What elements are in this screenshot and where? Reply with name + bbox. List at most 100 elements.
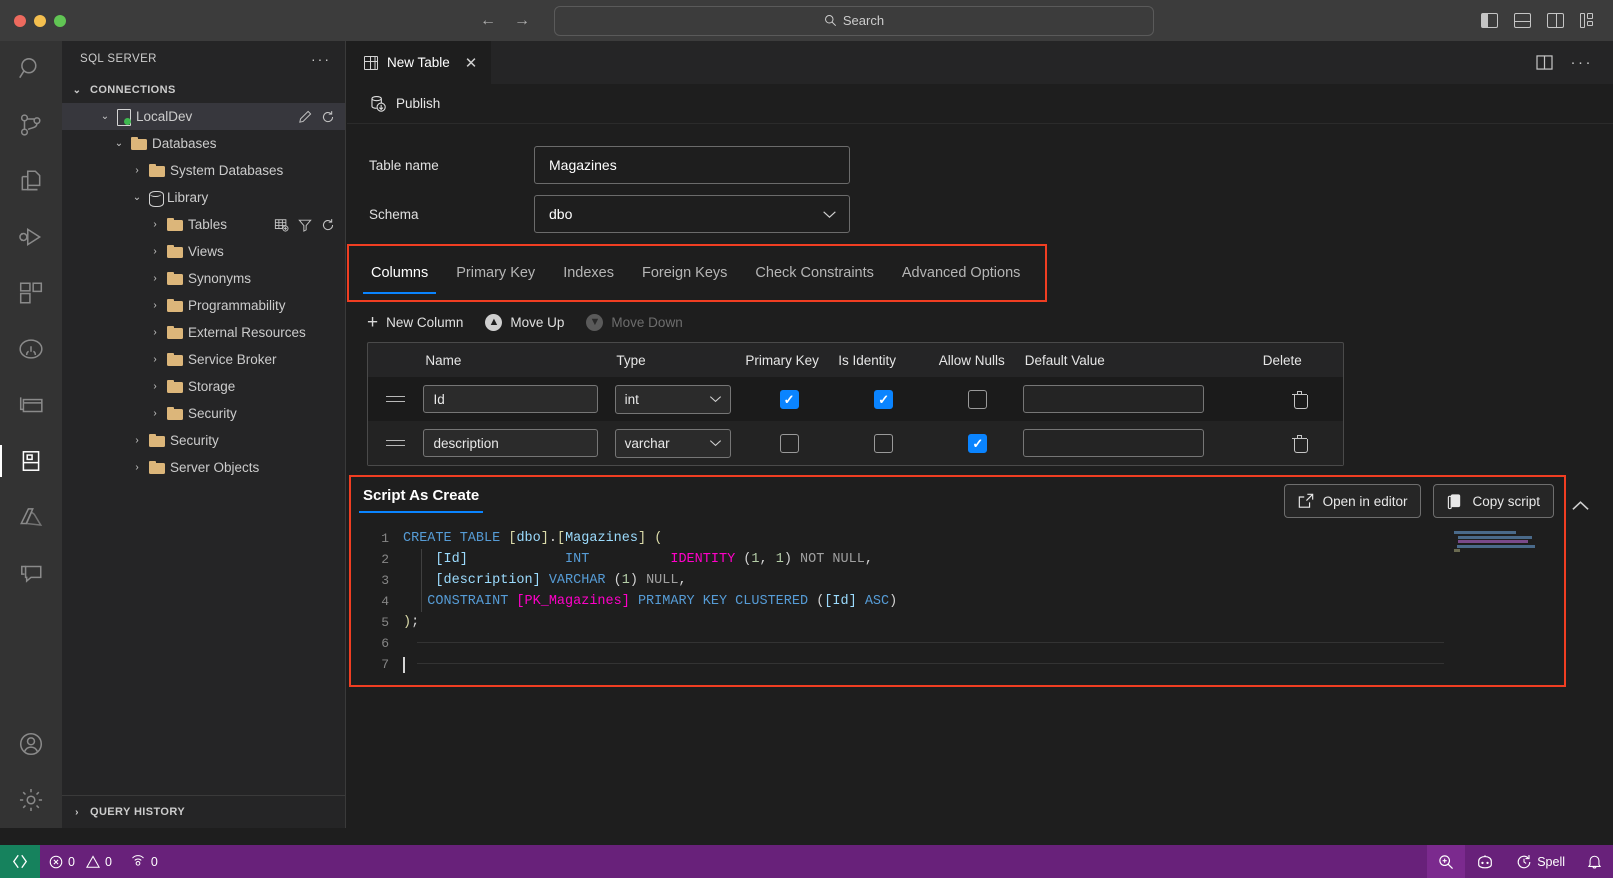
table-row[interactable]: description varchar xyxy=(368,421,1343,465)
edit-pencil-icon[interactable] xyxy=(298,110,312,124)
tab-new-table[interactable]: New Table ✕ xyxy=(347,41,492,84)
editor-tab-actions[interactable]: ··· xyxy=(1535,41,1613,84)
toggle-primary-sidebar-icon[interactable] xyxy=(1481,13,1498,28)
move-up-button[interactable]: ▲ Move Up xyxy=(485,313,586,331)
chevron-right-icon[interactable]: › xyxy=(148,246,162,257)
table-name-input[interactable]: Magazines xyxy=(534,146,850,184)
chevron-right-icon[interactable]: › xyxy=(148,219,162,230)
script-code-editor[interactable]: 1 CREATE TABLE [dbo].[Magazines] ( 2 [Id… xyxy=(351,525,1564,685)
layout-controls[interactable] xyxy=(1481,13,1613,28)
notifications-button[interactable] xyxy=(1576,845,1613,878)
copy-script-button[interactable]: Copy script xyxy=(1433,484,1554,518)
problems-button[interactable]: 0 0 xyxy=(40,845,121,878)
default-value-input[interactable] xyxy=(1022,429,1204,457)
chevron-right-icon[interactable]: › xyxy=(148,408,162,419)
code-minimap[interactable] xyxy=(1454,531,1550,681)
chevron-down-icon[interactable]: ⌄ xyxy=(112,138,126,149)
trash-icon[interactable] xyxy=(1292,434,1308,453)
trash-icon[interactable] xyxy=(1292,390,1308,409)
refresh-icon[interactable] xyxy=(321,218,335,232)
activity-search-icon[interactable] xyxy=(0,41,62,97)
minimize-window-button[interactable] xyxy=(34,14,46,27)
refresh-icon[interactable] xyxy=(321,110,335,124)
activity-explorer-icon[interactable] xyxy=(0,153,62,209)
chevron-right-icon[interactable]: › xyxy=(148,300,162,311)
tab-advanced-options[interactable]: Advanced Options xyxy=(888,246,1035,300)
row-drag-handle[interactable] xyxy=(368,395,423,404)
tree-item-actions[interactable] xyxy=(274,218,335,232)
tab-columns[interactable]: Columns xyxy=(357,246,442,300)
activity-azure-icon[interactable] xyxy=(0,489,62,545)
allow-nulls-checkbox[interactable] xyxy=(968,389,988,409)
chevron-right-icon[interactable]: › xyxy=(130,165,144,176)
spell-button[interactable]: Spell xyxy=(1505,845,1576,878)
close-window-button[interactable] xyxy=(14,14,26,27)
remote-connection-button[interactable] xyxy=(0,845,40,878)
new-table-icon[interactable] xyxy=(274,218,289,232)
activity-extensions-icon[interactable] xyxy=(0,265,62,321)
chevron-right-icon[interactable]: › xyxy=(148,354,162,365)
back-arrow-icon[interactable]: ← xyxy=(480,12,496,30)
new-column-button[interactable]: + New Column xyxy=(367,313,485,332)
global-search-input[interactable]: Search xyxy=(554,5,1154,36)
tree-item-programmability[interactable]: › Programmability xyxy=(62,292,345,319)
sidebar-section-connections[interactable]: ⌄ CONNECTIONS xyxy=(62,77,345,103)
forward-arrow-icon[interactable]: → xyxy=(514,12,530,30)
activity-chat-icon[interactable] xyxy=(0,545,62,601)
toggle-panel-icon[interactable] xyxy=(1514,13,1531,28)
chevron-right-icon[interactable]: › xyxy=(148,273,162,284)
tree-item-library[interactable]: ⌄ Library xyxy=(62,184,345,211)
chevron-right-icon[interactable]: › xyxy=(148,327,162,338)
filter-icon[interactable] xyxy=(298,218,312,232)
tab-check-constraints[interactable]: Check Constraints xyxy=(741,246,887,300)
schema-select[interactable]: dbo xyxy=(534,195,850,233)
tree-item-synonyms[interactable]: › Synonyms xyxy=(62,265,345,292)
chevron-right-icon[interactable]: › xyxy=(130,462,144,473)
collapse-script-panel-button[interactable] xyxy=(1563,489,1597,523)
tree-item-actions[interactable] xyxy=(298,110,335,124)
close-icon[interactable]: ✕ xyxy=(465,54,478,72)
more-actions-icon[interactable]: ··· xyxy=(1571,54,1594,71)
activity-source-control-icon[interactable] xyxy=(0,97,62,153)
tab-foreign-keys[interactable]: Foreign Keys xyxy=(628,246,741,300)
tree-item-localdev[interactable]: ⌄ LocalDev xyxy=(62,103,345,130)
toggle-secondary-sidebar-icon[interactable] xyxy=(1547,13,1564,28)
is-identity-checkbox[interactable] xyxy=(874,433,894,453)
activity-github-icon[interactable] xyxy=(0,321,62,377)
ports-button[interactable]: 0 xyxy=(121,845,167,878)
sidebar-section-query-history[interactable]: › QUERY HISTORY xyxy=(62,795,345,828)
tree-item-server-objects[interactable]: › Server Objects xyxy=(62,454,345,481)
activity-settings-gear-icon[interactable] xyxy=(0,772,62,828)
activity-sql-server-icon[interactable] xyxy=(0,433,62,489)
default-value-input[interactable] xyxy=(1022,385,1204,413)
tree-item-security-server[interactable]: › Security xyxy=(62,427,345,454)
primary-key-checkbox[interactable] xyxy=(779,389,799,409)
chevron-down-icon[interactable]: ⌄ xyxy=(98,111,112,122)
sidebar-more-actions-icon[interactable]: ··· xyxy=(311,51,331,67)
activity-run-and-debug-icon[interactable] xyxy=(0,209,62,265)
tree-item-tables[interactable]: › Tables xyxy=(62,211,345,238)
row-drag-handle[interactable] xyxy=(368,439,423,448)
tab-primary-key[interactable]: Primary Key xyxy=(442,246,549,300)
zoom-button[interactable] xyxy=(1427,845,1466,878)
column-type-select[interactable]: int xyxy=(614,384,731,414)
chevron-right-icon[interactable]: › xyxy=(148,381,162,392)
table-row[interactable]: Id int xyxy=(368,377,1343,421)
activity-accounts-icon[interactable] xyxy=(0,716,62,772)
publish-button[interactable]: Publish xyxy=(369,95,440,113)
column-name-input[interactable]: Id xyxy=(423,385,599,413)
primary-key-checkbox[interactable] xyxy=(779,433,799,453)
activity-notebooks-icon[interactable] xyxy=(0,377,62,433)
is-identity-checkbox[interactable] xyxy=(874,389,894,409)
tree-item-service-broker[interactable]: › Service Broker xyxy=(62,346,345,373)
copilot-button[interactable] xyxy=(1465,845,1505,878)
window-controls[interactable] xyxy=(0,14,90,27)
tree-item-storage[interactable]: › Storage xyxy=(62,373,345,400)
open-in-editor-button[interactable]: Open in editor xyxy=(1283,484,1422,518)
chevron-down-icon[interactable]: ⌄ xyxy=(130,192,144,203)
column-type-select[interactable]: varchar xyxy=(614,428,731,458)
tree-item-databases[interactable]: ⌄ Databases xyxy=(62,130,345,157)
tree-item-views[interactable]: › Views xyxy=(62,238,345,265)
chevron-right-icon[interactable]: › xyxy=(130,435,144,446)
tree-item-security-db[interactable]: › Security xyxy=(62,400,345,427)
